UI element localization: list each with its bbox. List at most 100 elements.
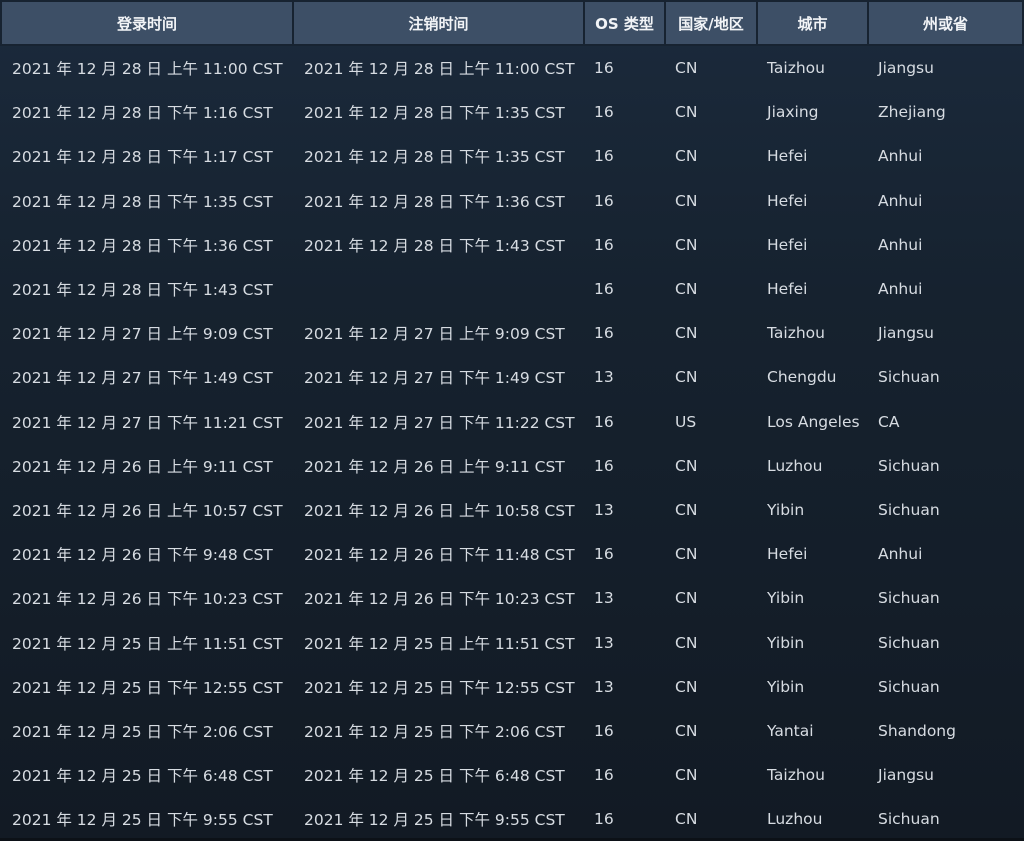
city-cell: Hefei [767,235,808,254]
country-cell: CN [675,59,698,78]
country-cell: CN [675,500,698,519]
country-cell: CN [675,191,698,210]
country-cell: CN [675,545,698,564]
table-row: 2021 年 12 月 28 日 下午 1:43 CST 16 CN Hefei Anh… [0,267,1024,311]
logout-time-cell: 2021 年 12 月 28 日 下午 1:35 CST [304,104,565,123]
login-history-table: 登录时间 注销时间 OS 类型 国家/地区 城市 州或省 2021 年 12 月… [0,0,1024,841]
logout-time-cell: 2021 年 12 月 25 日 下午 12:55 CST [304,678,575,697]
os-type-cell: 13 [594,633,614,652]
city-cell: Hefei [767,191,808,210]
logout-time-cell: 2021 年 12 月 25 日 下午 6:48 CST [304,767,565,786]
table-row: 2021 年 12 月 25 日 下午 2:06 CST 2021 年 12 月 … [0,709,1024,753]
header-os-type: OS 类型 [583,0,664,46]
country-cell: CN [675,456,698,475]
os-type-cell: 16 [594,235,614,254]
table-row: 2021 年 12 月 25 日 上午 11:51 CST 2021 年 12 月… [0,620,1024,664]
state-cell: Anhui [878,147,923,166]
login-time-cell: 2021 年 12 月 25 日 下午 6:48 CST [12,767,273,786]
country-cell: CN [675,589,698,608]
country-cell: CN [675,324,698,343]
city-cell: Yibin [767,677,805,696]
header-country: 国家/地区 [664,0,756,46]
logout-time-cell: 2021 年 12 月 27 日 下午 11:22 CST [304,413,575,432]
os-type-cell: 16 [594,59,614,78]
logout-time-cell: 2021 年 12 月 28 日 下午 1:35 CST [304,148,565,167]
logout-time-cell: 2021 年 12 月 26 日 上午 10:58 CST [304,501,575,520]
logout-time-cell: 2021 年 12 月 27 日 下午 1:49 CST [304,369,565,388]
table-row: 2021 年 12 月 26 日 下午 9:48 CST 2021 年 12 月 … [0,532,1024,576]
city-cell: Los Angeles [767,412,860,431]
os-type-cell: 16 [594,103,614,122]
os-type-cell: 16 [594,545,614,564]
os-type-cell: 16 [594,766,614,785]
state-cell: CA [878,412,900,431]
country-cell: CN [675,235,698,254]
table-row: 2021 年 12 月 26 日 上午 10:57 CST 2021 年 12 月… [0,488,1024,532]
login-time-cell: 2021 年 12 月 26 日 上午 10:57 CST [12,501,283,520]
logout-time-cell: 2021 年 12 月 28 日 下午 1:36 CST [304,192,565,211]
country-cell: CN [675,766,698,785]
login-time-cell: 2021 年 12 月 26 日 上午 9:11 CST [12,457,273,476]
logout-time-cell: 2021 年 12 月 27 日 上午 9:09 CST [304,325,565,344]
state-cell: Sichuan [878,456,940,475]
header-state: 州或省 [867,0,1024,46]
os-type-cell: 16 [594,147,614,166]
login-time-cell: 2021 年 12 月 28 日 下午 1:43 CST [12,281,273,300]
table-row: 2021 年 12 月 26 日 上午 9:11 CST 2021 年 12 月 … [0,444,1024,488]
header-login-time: 登录时间 [0,0,292,46]
table-row: 2021 年 12 月 27 日 上午 9:09 CST 2021 年 12 月 … [0,311,1024,355]
state-cell: Sichuan [878,810,940,829]
os-type-cell: 13 [594,589,614,608]
table-row: 2021 年 12 月 25 日 下午 9:55 CST 2021 年 12 月 … [0,797,1024,841]
country-cell: CN [675,103,698,122]
logout-time-cell: 2021 年 12 月 28 日 下午 1:43 CST [304,236,565,255]
login-time-cell: 2021 年 12 月 25 日 下午 2:06 CST [12,722,273,741]
os-type-cell: 16 [594,456,614,475]
login-time-cell: 2021 年 12 月 27 日 下午 11:21 CST [12,413,283,432]
table-row: 2021 年 12 月 27 日 下午 1:49 CST 2021 年 12 月 … [0,355,1024,399]
state-cell: Jiangsu [878,59,934,78]
city-cell: Yibin [767,500,805,519]
login-time-cell: 2021 年 12 月 26 日 下午 9:48 CST [12,546,273,565]
table-row: 2021 年 12 月 26 日 下午 10:23 CST 2021 年 12 月… [0,576,1024,620]
state-cell: Anhui [878,235,923,254]
city-cell: Yibin [767,589,805,608]
logout-time-cell: 2021 年 12 月 26 日 上午 9:11 CST [304,457,565,476]
logout-time-cell: 2021 年 12 月 28 日 上午 11:00 CST [304,60,575,79]
country-cell: CN [675,368,698,387]
os-type-cell: 13 [594,368,614,387]
logout-time-cell [292,267,583,311]
country-cell: CN [675,677,698,696]
state-cell: Jiangsu [878,324,934,343]
city-cell: Luzhou [767,456,823,475]
login-time-cell: 2021 年 12 月 28 日 下午 1:17 CST [12,148,273,167]
table-row: 2021 年 12 月 28 日 上午 11:00 CST 2021 年 12 月… [0,46,1024,90]
table-row: 2021 年 12 月 28 日 下午 1:35 CST 2021 年 12 月 … [0,179,1024,223]
logout-time-cell: 2021 年 12 月 26 日 下午 10:23 CST [304,590,575,609]
logout-time-cell: 2021 年 12 月 25 日 下午 9:55 CST [304,811,565,830]
city-cell: Jiaxing [767,103,819,122]
city-cell: Yantai [767,721,814,740]
login-time-cell: 2021 年 12 月 28 日 下午 1:35 CST [12,192,273,211]
os-type-cell: 16 [594,810,614,829]
table-body: 2021 年 12 月 28 日 上午 11:00 CST 2021 年 12 月… [0,46,1024,841]
city-cell: Taizhou [767,59,825,78]
state-cell: Zhejiang [878,103,946,122]
header-logout-time: 注销时间 [292,0,583,46]
city-cell: Hefei [767,545,808,564]
city-cell: Luzhou [767,810,823,829]
state-cell: Sichuan [878,633,940,652]
country-cell: CN [675,721,698,740]
login-time-cell: 2021 年 12 月 28 日 下午 1:36 CST [12,236,273,255]
login-time-cell: 2021 年 12 月 26 日 下午 10:23 CST [12,590,283,609]
login-history-panel: 登录时间 注销时间 OS 类型 国家/地区 城市 州或省 2021 年 12 月… [0,0,1024,841]
logout-time-cell: 2021 年 12 月 25 日 下午 2:06 CST [304,722,565,741]
city-cell: Hefei [767,280,808,299]
login-time-cell: 2021 年 12 月 25 日 下午 9:55 CST [12,811,273,830]
os-type-cell: 16 [594,324,614,343]
country-cell: CN [675,280,698,299]
table-row: 2021 年 12 月 28 日 下午 1:36 CST 2021 年 12 月 … [0,223,1024,267]
state-cell: Jiangsu [878,766,934,785]
login-time-cell: 2021 年 12 月 25 日 上午 11:51 CST [12,634,283,653]
state-cell: Sichuan [878,589,940,608]
